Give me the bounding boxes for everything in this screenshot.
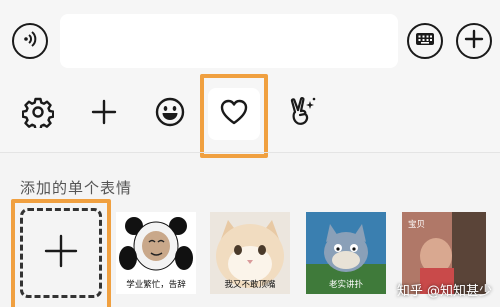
voice-button[interactable] bbox=[12, 23, 48, 59]
peace-hand-icon bbox=[286, 95, 318, 133]
keyboard-icon bbox=[414, 28, 436, 54]
message-input[interactable] bbox=[60, 14, 398, 68]
gesture-tab[interactable] bbox=[276, 88, 328, 140]
voice-icon bbox=[19, 28, 41, 54]
favorites-highlight-frame bbox=[200, 74, 268, 158]
section-title: 添加的单个表情 bbox=[20, 179, 133, 197]
emoji-panel-screen: 添加的单个表情 学业繁忙，告辞 我又不敢顶嘴 老实讲扑 宝贝 知乎 @知知甚少 bbox=[0, 0, 500, 307]
sticker-item[interactable]: 学业繁忙，告辞 bbox=[116, 212, 196, 294]
sticker-item[interactable]: 老实讲扑 bbox=[306, 212, 386, 294]
smiley-icon bbox=[154, 96, 186, 132]
plus-icon bbox=[90, 98, 118, 130]
sticker-caption: 我又不敢顶嘴 bbox=[224, 280, 276, 290]
plus-circle-icon bbox=[463, 28, 485, 54]
more-options-button[interactable] bbox=[456, 23, 492, 59]
sticker-caption: 老实讲扑 bbox=[328, 280, 363, 290]
add-emoji-button[interactable] bbox=[78, 88, 130, 140]
emoji-tab[interactable] bbox=[144, 88, 196, 140]
divider bbox=[0, 152, 500, 153]
emoji-settings-button[interactable] bbox=[12, 88, 64, 140]
sticker-caption: 宝贝 bbox=[408, 220, 426, 230]
watermark: 知乎 @知知甚少 bbox=[396, 284, 492, 299]
input-bar bbox=[0, 0, 500, 78]
keyboard-button[interactable] bbox=[407, 23, 443, 59]
gear-icon bbox=[21, 96, 55, 132]
sticker-caption: 学业繁忙，告辞 bbox=[126, 280, 186, 290]
sticker-item[interactable]: 我又不敢顶嘴 bbox=[210, 212, 290, 294]
add-sticker-highlight-frame bbox=[11, 199, 111, 307]
